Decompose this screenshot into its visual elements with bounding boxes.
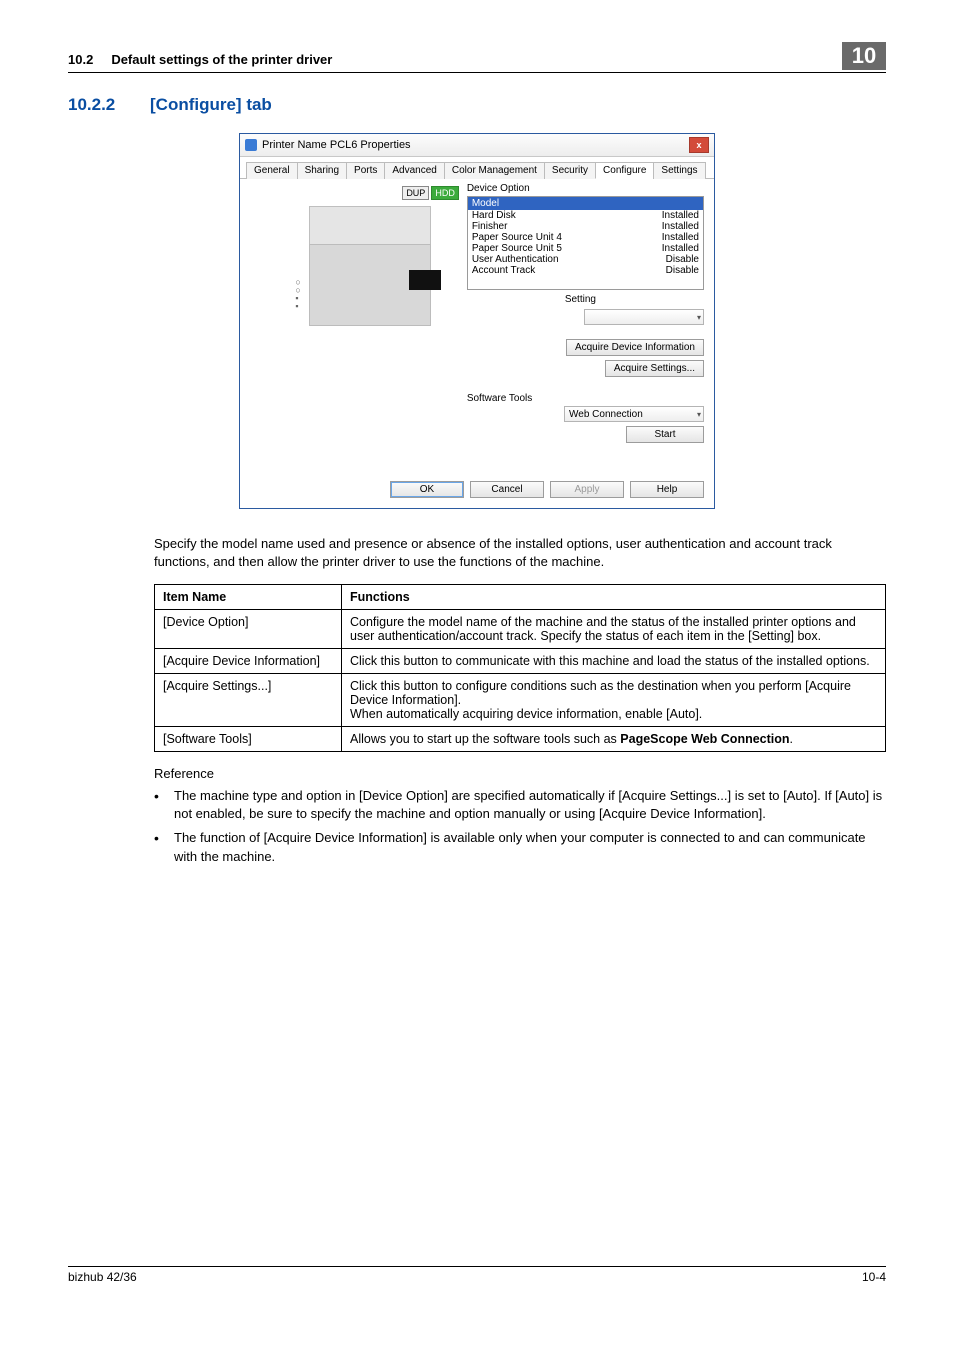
intro-paragraph: Specify the model name used and presence… — [154, 535, 886, 570]
cancel-button[interactable]: Cancel — [470, 481, 544, 498]
table-head-functions: Functions — [342, 585, 886, 610]
reference-heading: Reference — [154, 766, 886, 781]
tab-sharing[interactable]: Sharing — [297, 162, 347, 179]
section-heading: 10.2.2 [Configure] tab — [68, 95, 886, 115]
apply-button[interactable]: Apply — [550, 481, 624, 498]
software-tools-label: Software Tools — [467, 393, 704, 404]
close-icon[interactable]: x — [689, 137, 709, 153]
list-item-value: Disable — [666, 254, 699, 265]
list-item-value: Installed — [662, 243, 699, 254]
badge-dup: DUP — [402, 186, 429, 200]
printer-icon — [245, 139, 257, 151]
device-option-list[interactable]: Model Hard Disk Installed Finisher Install… — [467, 196, 704, 290]
tab-color-management[interactable]: Color Management — [444, 162, 545, 179]
tab-ports[interactable]: Ports — [346, 162, 385, 179]
list-item: Finisher — [472, 221, 508, 232]
setting-label: Setting — [565, 294, 596, 305]
software-tools-value: Web Connection — [569, 409, 643, 420]
table-cell-item: [Acquire Device Information] — [155, 649, 342, 674]
list-item: The machine type and option in [Device O… — [154, 787, 886, 823]
list-item: Paper Source Unit 5 — [472, 243, 562, 254]
dialog-titlebar: Printer Name PCL6 Properties x — [240, 134, 714, 157]
start-button[interactable]: Start — [626, 426, 704, 443]
table-cell-func: Click this button to configure condition… — [342, 674, 886, 727]
table-cell-item: [Acquire Settings...] — [155, 674, 342, 727]
header-section-title: Default settings of the printer driver — [111, 52, 842, 67]
page-footer: bizhub 42/36 10-4 — [68, 1266, 886, 1284]
device-option-label: Device Option — [467, 183, 704, 194]
list-item-value: Disable — [666, 265, 699, 276]
section-name: [Configure] tab — [150, 95, 272, 115]
acquire-device-information-button[interactable]: Acquire Device Information — [566, 339, 704, 356]
acquire-settings-button[interactable]: Acquire Settings... — [605, 360, 704, 377]
help-button[interactable]: Help — [630, 481, 704, 498]
table-row: [Software Tools] Allows you to start up … — [155, 727, 886, 752]
footer-model: bizhub 42/36 — [68, 1270, 137, 1284]
list-item: User Authentication — [472, 254, 559, 265]
tab-advanced[interactable]: Advanced — [384, 162, 444, 179]
functions-table: Item Name Functions [Device Option] Conf… — [154, 584, 886, 752]
section-number: 10.2.2 — [68, 95, 150, 115]
printer-illustration: ○○▪▪ — [279, 206, 429, 336]
list-item: Account Track — [472, 265, 535, 276]
table-cell-func: Configure the model name of the machine … — [342, 610, 886, 649]
table-cell-func: Allows you to start up the software tool… — [342, 727, 886, 752]
header-section-number: 10.2 — [68, 52, 93, 67]
tab-configure[interactable]: Configure — [595, 162, 654, 179]
list-item: The function of [Acquire Device Informat… — [154, 829, 886, 865]
table-cell-item: [Device Option] — [155, 610, 342, 649]
software-tools-dropdown[interactable]: Web Connection — [564, 406, 704, 422]
table-cell-item: [Software Tools] — [155, 727, 342, 752]
list-item-value: Installed — [662, 210, 699, 221]
chapter-badge: 10 — [842, 42, 886, 70]
ok-button[interactable]: OK — [390, 481, 464, 498]
tab-general[interactable]: General — [246, 162, 298, 179]
list-item: Paper Source Unit 4 — [472, 232, 562, 243]
list-item: Hard Disk — [472, 210, 516, 221]
dialog-tabs: General Sharing Ports Advanced Color Man… — [240, 157, 714, 179]
badge-hdd: HDD — [431, 186, 459, 200]
footer-page: 10-4 — [862, 1270, 886, 1284]
tab-settings[interactable]: Settings — [653, 162, 705, 179]
list-header-name: Model — [472, 198, 499, 209]
page-header: 10.2 Default settings of the printer dri… — [68, 48, 886, 73]
list-item-value: Installed — [662, 232, 699, 243]
properties-dialog: Printer Name PCL6 Properties x General S… — [239, 133, 715, 509]
text-bold: PageScope Web Connection — [620, 732, 789, 746]
text-span: . — [790, 732, 793, 746]
reference-list: The machine type and option in [Device O… — [154, 787, 886, 866]
list-item-value: Installed — [662, 221, 699, 232]
table-head-item: Item Name — [155, 585, 342, 610]
table-row: [Device Option] Configure the model name… — [155, 610, 886, 649]
table-row: [Acquire Settings...] Click this button … — [155, 674, 886, 727]
setting-dropdown[interactable] — [584, 309, 704, 325]
table-cell-func: Click this button to communicate with th… — [342, 649, 886, 674]
table-row: [Acquire Device Information] Click this … — [155, 649, 886, 674]
tab-security[interactable]: Security — [544, 162, 596, 179]
dialog-title: Printer Name PCL6 Properties — [262, 139, 411, 151]
text-span: Allows you to start up the software tool… — [350, 732, 620, 746]
